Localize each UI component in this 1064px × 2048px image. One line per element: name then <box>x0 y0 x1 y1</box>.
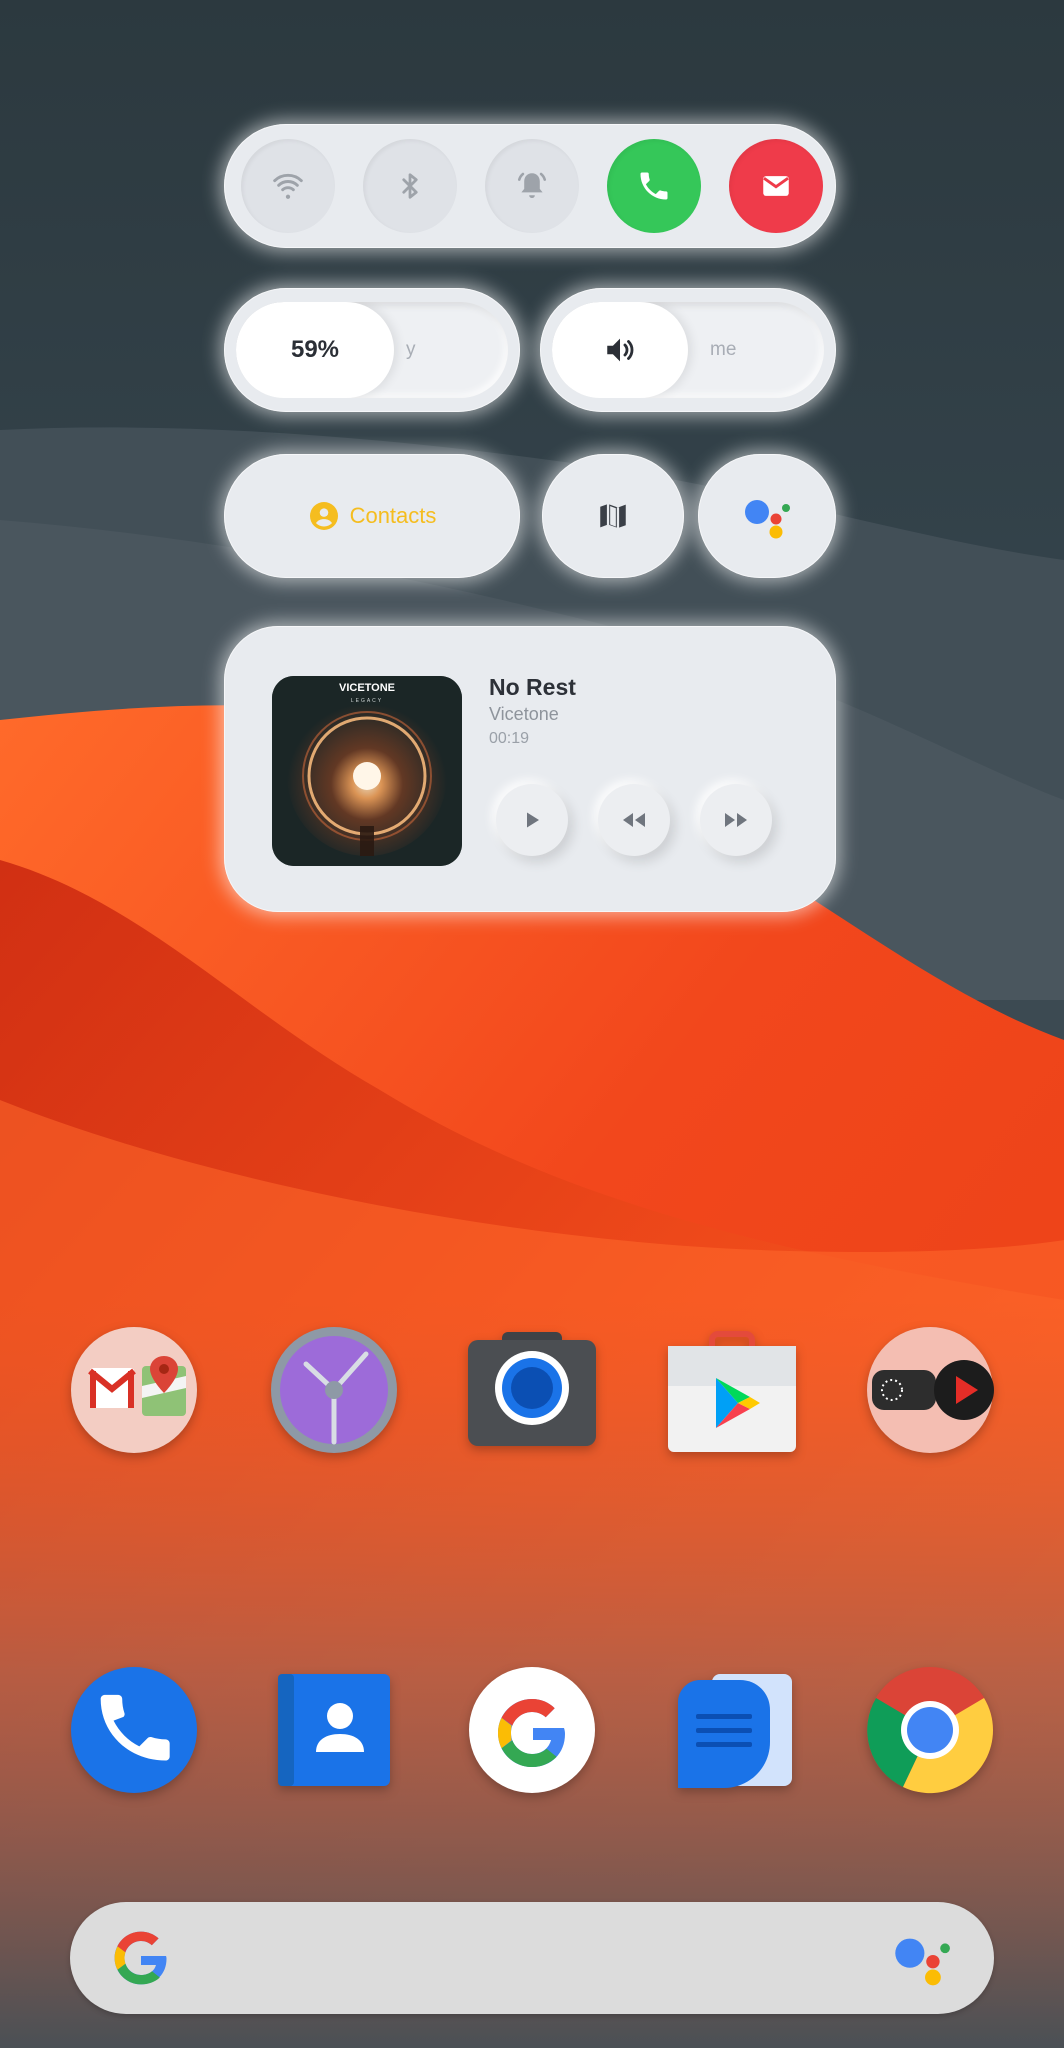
wifi-toggle[interactable] <box>241 139 335 233</box>
volume-widget: me <box>540 288 836 412</box>
brightness-label: y <box>406 339 416 360</box>
account-circle-icon <box>309 502 338 530</box>
rewind-icon <box>623 813 645 827</box>
volume-label: me <box>710 339 737 360</box>
phone-icon <box>71 1667 197 1793</box>
fast-forward-button[interactable] <box>700 784 772 856</box>
album-title-text: VICETONE <box>339 682 395 694</box>
mail-icon <box>763 176 789 196</box>
brightness-widget: y 59% <box>224 288 520 412</box>
track-title: No Rest <box>489 674 576 700</box>
album-subtitle-text: LEGACY <box>351 698 383 704</box>
map-icon <box>600 503 626 529</box>
phone-shortcut-button[interactable] <box>607 139 701 233</box>
search-bar[interactable] <box>70 1902 994 2014</box>
gmail-maps-folder[interactable] <box>70 1326 198 1454</box>
album-art[interactable]: VICETONE LEGACY <box>272 676 462 866</box>
album-art-image: VICETONE LEGACY <box>272 676 462 866</box>
track-artist: Vicetone <box>489 704 559 724</box>
chrome-icon <box>867 1667 994 1794</box>
volume-slider-fill[interactable] <box>552 302 688 398</box>
google-g-icon <box>114 1931 168 1985</box>
play-store-icon <box>668 1331 796 1452</box>
play-button[interactable] <box>496 784 568 856</box>
wifi-icon <box>273 173 303 199</box>
chrome-app[interactable] <box>866 1666 994 1794</box>
rewind-button[interactable] <box>598 784 670 856</box>
camera-app[interactable] <box>468 1326 596 1454</box>
clock-icon <box>271 1327 397 1453</box>
google-assistant-icon <box>745 500 790 539</box>
assistant-shortcut[interactable] <box>698 454 836 578</box>
phone-icon <box>640 172 668 200</box>
search-input[interactable] <box>180 1928 824 1990</box>
messages-app[interactable] <box>668 1666 796 1794</box>
google-icon <box>469 1667 595 1793</box>
folder-icon <box>867 1327 994 1453</box>
folder-icon <box>71 1327 197 1453</box>
volume-slider[interactable]: me <box>552 302 824 398</box>
brightness-slider-fill[interactable]: 59% <box>236 302 394 398</box>
contacts-app[interactable] <box>270 1666 398 1794</box>
notifications-toggle[interactable] <box>485 139 579 233</box>
youtube-folder[interactable] <box>866 1326 994 1454</box>
bluetooth-icon <box>402 173 418 199</box>
google-app[interactable] <box>468 1666 596 1794</box>
maps-shortcut[interactable] <box>542 454 684 578</box>
google-assistant-icon[interactable] <box>888 1924 956 1992</box>
mail-shortcut-button[interactable] <box>729 139 823 233</box>
quick-toggles-panel <box>224 124 836 248</box>
messages-icon <box>678 1674 792 1788</box>
speaker-icon <box>607 338 634 362</box>
brightness-slider[interactable]: y 59% <box>236 302 508 398</box>
track-time: 00:19 <box>489 730 530 747</box>
brightness-value: 59% <box>290 336 340 363</box>
bluetooth-toggle[interactable] <box>363 139 457 233</box>
contacts-book-icon <box>278 1674 390 1786</box>
camera-icon <box>468 1332 596 1446</box>
contacts-shortcut[interactable]: Contacts <box>224 454 520 578</box>
fast-forward-icon <box>725 813 747 827</box>
clock-app[interactable] <box>270 1326 398 1454</box>
phone-app[interactable] <box>70 1666 198 1794</box>
play-icon <box>527 812 539 828</box>
music-player-widget: VICETONE LEGACY No Rest Vicetone 00:19 <box>224 626 836 912</box>
play-store-app[interactable] <box>668 1326 796 1454</box>
bell-icon <box>517 172 547 199</box>
contacts-label: Contacts <box>349 503 437 528</box>
